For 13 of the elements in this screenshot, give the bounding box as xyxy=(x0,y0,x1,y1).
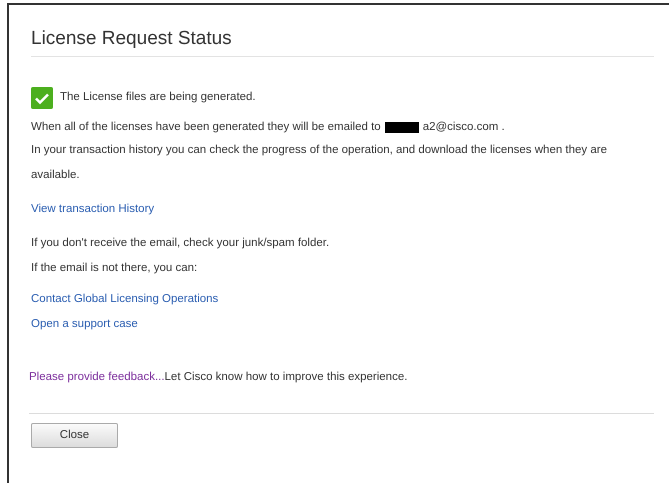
close-button[interactable]: Close xyxy=(31,422,118,448)
status-message: The License files are being generated. xyxy=(60,90,256,106)
email-address: a2@cisco.com . xyxy=(422,120,505,135)
email-notice: When all of the licenses have been generated they will be emailed to xyxy=(31,120,381,135)
history-notice: In your transaction history you can check the progress of the operation, and download the licenses when they are available. xyxy=(31,143,608,184)
feedback-link[interactable]: Please provide feedback... xyxy=(29,370,165,382)
help-text: If the email is not there, you can: xyxy=(31,260,198,276)
history-link[interactable]: View transaction History xyxy=(31,201,154,218)
help-link[interactable]: Contact Global Licensing Operations xyxy=(31,291,218,308)
help-text: If you don't receive the email, check your junk/spam folder. xyxy=(31,236,330,250)
dialog-title: License Request Status xyxy=(31,27,232,51)
feedback-text: Please provide feedback...Let Cisco know how to improve this experience. xyxy=(29,370,408,384)
help-link[interactable]: Open a support case xyxy=(31,316,138,334)
